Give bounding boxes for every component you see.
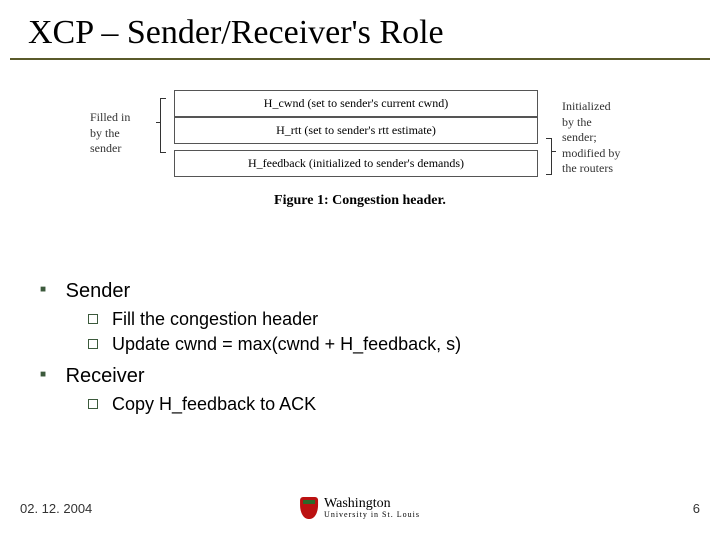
slide-footer: 02. 12. 2004 Washington University in St… <box>20 488 700 528</box>
figure-right-annotation: Initialized by the sender; modified by t… <box>558 90 630 177</box>
figure-right-l1: Initialized <box>562 99 630 115</box>
field-h-feedback: H_feedback (initialized to sender's dema… <box>174 150 538 177</box>
university-wordmark: Washington University in St. Louis <box>324 497 420 519</box>
footer-date: 02. 12. 2004 <box>20 501 92 516</box>
header-field-table: H_cwnd (set to sender's current cwnd) H_… <box>174 90 538 177</box>
field-h-rtt: H_rtt (set to sender's rtt estimate) <box>174 117 538 144</box>
figure-left-l1: Filled in <box>90 110 150 126</box>
figure-congestion-header: Filled in by the sender H_cwnd (set to s… <box>90 90 630 209</box>
shield-icon <box>300 497 318 519</box>
left-curly-brace-icon <box>154 90 168 177</box>
figure-left-l2: by the <box>90 126 150 142</box>
right-curly-brace-icon <box>544 90 558 177</box>
figure-right-l2: by the <box>562 115 630 131</box>
university-line2: University in St. Louis <box>324 511 420 519</box>
sender-sublist: Fill the congestion header Update cwnd =… <box>88 309 680 355</box>
footer-logo: Washington University in St. Louis <box>300 497 420 519</box>
figure-right-l4: modified by <box>562 146 630 162</box>
receiver-item-copy-text: Copy H_feedback to ACK <box>112 394 316 414</box>
slide: XCP – Sender/Receiver's Role Filled in b… <box>0 0 720 540</box>
sender-item-fill-text: Fill the congestion header <box>112 309 318 329</box>
field-h-cwnd: H_cwnd (set to sender's current cwnd) <box>174 90 538 117</box>
bullet-content: Sender Fill the congestion header Update… <box>40 280 680 425</box>
figure-left-l3: sender <box>90 141 150 157</box>
bullet-sender: Sender Fill the congestion header Update… <box>40 280 680 355</box>
title-underline <box>10 58 710 60</box>
sender-item-update-text: Update cwnd = max(cwnd + H_feedback, s) <box>112 334 461 354</box>
bullet-sender-label: Sender <box>66 280 131 302</box>
figure-caption: Figure 1: Congestion header. <box>90 193 630 209</box>
figure-right-l3: sender; <box>562 130 630 146</box>
bullet-receiver-label: Receiver <box>66 365 145 387</box>
slide-title: XCP – Sender/Receiver's Role <box>28 14 444 51</box>
sender-item-update: Update cwnd = max(cwnd + H_feedback, s) <box>88 334 680 355</box>
figure-body: Filled in by the sender H_cwnd (set to s… <box>90 90 630 177</box>
university-line1: Washington <box>324 496 391 511</box>
figure-right-l5: the routers <box>562 161 630 177</box>
figure-left-annotation: Filled in by the sender <box>90 90 154 177</box>
bullet-receiver: Receiver Copy H_feedback to ACK <box>40 365 680 415</box>
bullet-list: Sender Fill the congestion header Update… <box>40 280 680 415</box>
footer-page-number: 6 <box>693 501 700 516</box>
receiver-item-copy: Copy H_feedback to ACK <box>88 394 680 415</box>
receiver-sublist: Copy H_feedback to ACK <box>88 394 680 415</box>
sender-item-fill: Fill the congestion header <box>88 309 680 330</box>
